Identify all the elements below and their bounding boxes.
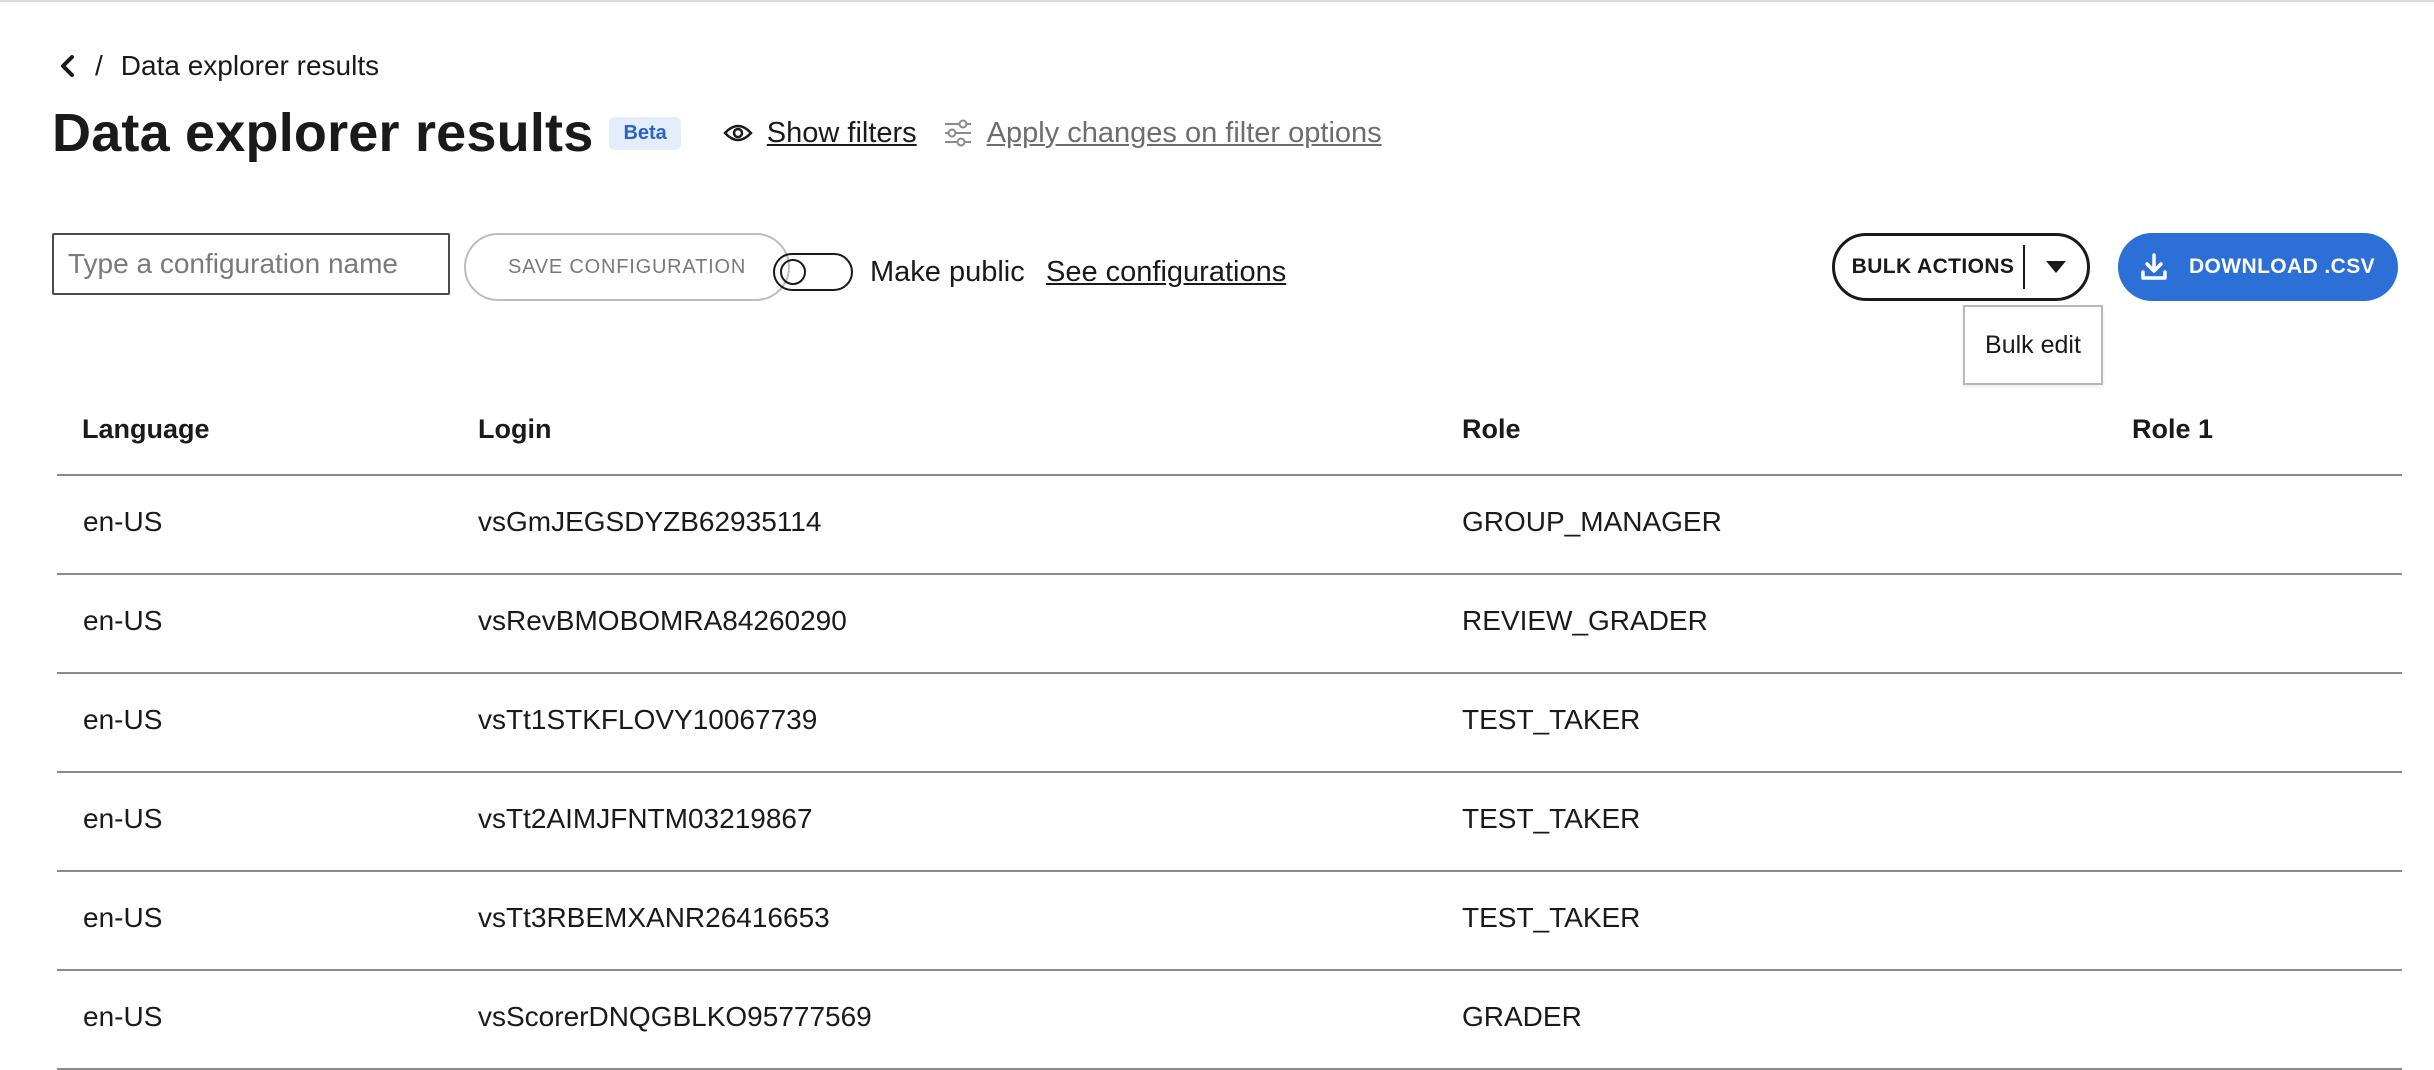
cell-role: TEST_TAKER <box>1462 803 1641 834</box>
cell-role: TEST_TAKER <box>1462 902 1641 933</box>
download-csv-label: DOWNLOAD .CSV <box>2188 255 2376 278</box>
toggle-knob <box>780 259 806 285</box>
caret-down-icon[interactable] <box>2025 236 2087 298</box>
see-configurations-link[interactable]: See configurations <box>1046 256 1286 289</box>
menu-item-bulk-edit[interactable]: Bulk edit <box>1985 331 2081 360</box>
download-csv-button[interactable]: DOWNLOAD .CSV <box>2118 233 2398 301</box>
title-row: Data explorer results Beta Show filters … <box>52 102 1382 164</box>
table-row[interactable]: en-US vsGmJEGSDYZB62935114 GROUP_MANAGER <box>57 476 2402 575</box>
make-public-label: Make public <box>870 256 1025 288</box>
cell-language: en-US <box>83 902 163 933</box>
cell-role: REVIEW_GRADER <box>1462 605 1708 636</box>
cell-language: en-US <box>83 704 163 735</box>
bulk-actions-split-button: BULK ACTIONS <box>1832 233 2090 301</box>
cell-role: GRADER <box>1462 1001 1582 1032</box>
eye-icon <box>723 123 753 143</box>
page-title: Data explorer results <box>52 103 594 163</box>
apply-changes-label: Apply changes on filter options <box>986 116 1382 149</box>
bulk-actions-menu: Bulk edit <box>1963 305 2103 385</box>
show-filters-button[interactable]: Show filters <box>723 117 917 150</box>
sliders-icon <box>943 119 973 147</box>
table-row[interactable]: en-US vsRevBMOBOMRA84260290 REVIEW_GRADE… <box>57 575 2402 674</box>
cell-role: TEST_TAKER <box>1462 704 1641 735</box>
cell-language: en-US <box>83 605 163 636</box>
download-icon <box>2141 253 2167 281</box>
breadcrumb-separator: / <box>95 50 103 81</box>
cell-language: en-US <box>83 506 163 537</box>
beta-badge: Beta <box>609 116 681 150</box>
show-filters-label: Show filters <box>766 116 917 149</box>
cell-login: vsScorerDNQGBLKO95777569 <box>478 1001 872 1032</box>
configuration-name-input[interactable] <box>52 233 450 295</box>
table-row[interactable]: en-US vsScorerDNQGBLKO95777569 GRADER <box>57 971 2402 1070</box>
cell-login: vsGmJEGSDYZB62935114 <box>478 506 822 537</box>
column-header-role-1[interactable]: Role 1 <box>2132 414 2213 445</box>
top-border <box>0 0 2434 2</box>
column-header-login[interactable]: Login <box>478 414 551 445</box>
bulk-actions-button[interactable]: BULK ACTIONS <box>1835 255 2023 279</box>
make-public-toggle[interactable] <box>773 253 853 291</box>
back-chevron-icon[interactable] <box>55 53 81 79</box>
apply-changes-button[interactable]: Apply changes on filter options <box>943 117 1382 150</box>
save-configuration-button[interactable]: SAVE CONFIGURATION <box>464 233 790 301</box>
cell-language: en-US <box>83 803 163 834</box>
cell-role: GROUP_MANAGER <box>1462 506 1722 537</box>
table-row[interactable]: en-US vsTt1STKFLOVY10067739 TEST_TAKER <box>57 674 2402 773</box>
table-row[interactable]: en-US vsTt2AIMJFNTM03219867 TEST_TAKER <box>57 773 2402 872</box>
cell-login: vsTt1STKFLOVY10067739 <box>478 704 818 735</box>
cell-login: vsTt3RBEMXANR26416653 <box>478 902 830 933</box>
table-row[interactable]: en-US vsTt3RBEMXANR26416653 TEST_TAKER <box>57 872 2402 971</box>
column-header-role[interactable]: Role <box>1462 414 1521 445</box>
breadcrumb: / Data explorer results <box>55 50 379 82</box>
results-table: Language Login Role Role 1 en-US vsGmJEG… <box>57 392 2402 1070</box>
configuration-toolbar: SAVE CONFIGURATION Make public See confi… <box>52 233 2398 301</box>
cell-login: vsRevBMOBOMRA84260290 <box>478 605 847 636</box>
column-header-language[interactable]: Language <box>82 414 210 445</box>
cell-login: vsTt2AIMJFNTM03219867 <box>478 803 813 834</box>
table-header: Language Login Role Role 1 <box>57 392 2402 476</box>
breadcrumb-current: Data explorer results <box>120 50 380 81</box>
cell-language: en-US <box>83 1001 163 1032</box>
